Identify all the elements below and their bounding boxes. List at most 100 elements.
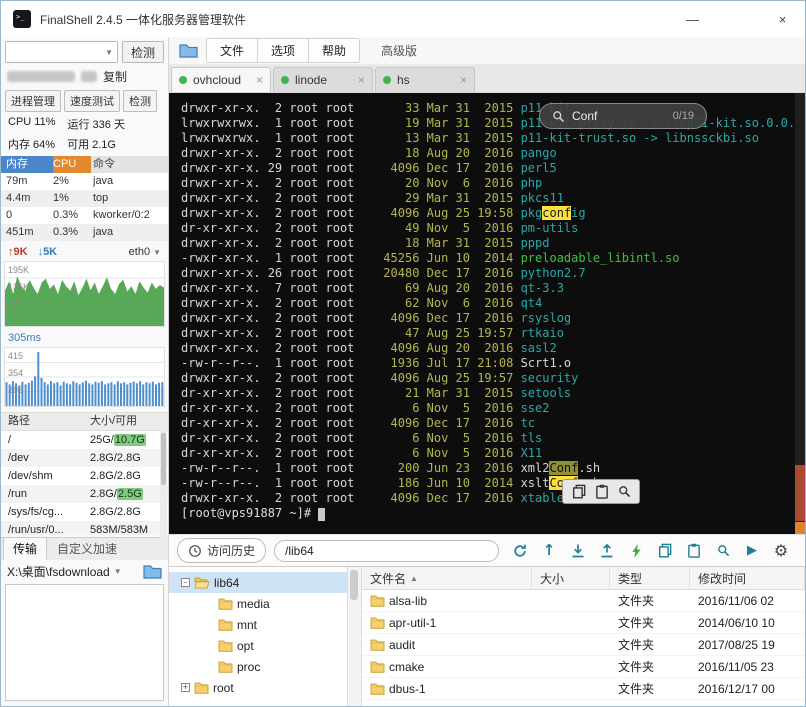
collapse-icon[interactable]: - (181, 578, 190, 587)
copy-icon[interactable] (572, 484, 587, 499)
connections-folder-icon[interactable] (179, 43, 198, 58)
process-row[interactable]: 00.3%kworker/0:2 (1, 207, 168, 224)
paste-icon[interactable] (595, 484, 609, 499)
tab-custom-accel[interactable]: 自定义加速 (47, 537, 127, 560)
edition-label[interactable]: 高级版 (381, 42, 417, 59)
tree-item-opt[interactable]: opt (169, 635, 347, 656)
process-col-1[interactable]: CPU (53, 156, 91, 173)
process-row[interactable]: 4.4m1%top (1, 190, 168, 207)
disk-path: / (1, 431, 90, 449)
maximize-button[interactable] (715, 1, 760, 37)
tree-item-label: proc (237, 660, 260, 674)
gear-icon[interactable]: ⚙ (772, 542, 790, 560)
search-selection-icon[interactable] (618, 485, 631, 498)
file-row[interactable]: cmake文件夹2016/11/05 23 (362, 656, 805, 678)
clock-icon (188, 544, 202, 558)
file-name: dbus-1 (389, 682, 426, 696)
tab-close-icon[interactable]: × (358, 73, 365, 87)
column-label: 大小 (540, 570, 564, 587)
tab-label: linode (295, 73, 352, 87)
scroll-lock-button[interactable] (795, 522, 805, 534)
session-tab-ovhcloud[interactable]: ovhcloud × (171, 67, 271, 92)
disk-col-path: 路径 (1, 413, 90, 430)
up-icon[interactable]: ↑ (540, 542, 558, 560)
process-row[interactable]: 79m2%java (1, 173, 168, 190)
sidebar-scrollbar[interactable] (160, 429, 167, 554)
speed-test-button[interactable]: 速度测试 (64, 90, 120, 112)
upload-icon[interactable] (598, 542, 616, 560)
disk-path: /sys/fs/cg... (1, 503, 90, 521)
terminal-line: dr-xr-xr-x. 2 root root 4096 Dec 17 2016… (181, 416, 791, 431)
process-col-0[interactable]: 内存 (1, 156, 53, 173)
tree-item-root[interactable]: +root (169, 677, 347, 698)
file-browser: -lib64mediamntoptproc+root 文件名▲大小类型修改时间 … (169, 566, 805, 707)
file-type: 文件夹 (610, 680, 690, 697)
close-button[interactable]: × (760, 1, 805, 37)
minimize-button[interactable]: — (670, 1, 715, 37)
terminal-scrollbar[interactable] (795, 93, 805, 534)
file-row[interactable]: audit文件夹2017/08/25 19 (362, 634, 805, 656)
interface-select[interactable]: eth0▼ (129, 246, 161, 258)
tree-item-lib64[interactable]: -lib64 (169, 572, 347, 593)
terminal-search[interactable]: Conf 0/19 (539, 103, 707, 129)
window-controls: — × (670, 1, 805, 37)
file-col-0[interactable]: 文件名▲ (362, 567, 532, 589)
disk-path: /dev/shm (1, 467, 90, 485)
session-tab-linode[interactable]: linode × (273, 67, 373, 92)
session-tab-hs[interactable]: hs× (375, 67, 475, 92)
path-input[interactable]: /lib64 (274, 540, 499, 562)
terminal-line: -rw-r--r--. 1 root root 186 Jun 10 2014 … (181, 476, 791, 491)
disk-row: /run/usr/0...583M/583M (1, 521, 168, 535)
folder-icon (370, 616, 385, 629)
tab-close-icon[interactable]: × (256, 73, 263, 87)
tab-label: ovhcloud (193, 73, 250, 87)
expand-icon[interactable]: + (181, 683, 190, 692)
tree-item-mnt[interactable]: mnt (169, 614, 347, 635)
file-row[interactable]: alsa-lib文件夹2016/11/06 02 (362, 590, 805, 612)
file-col-2[interactable]: 类型 (610, 567, 690, 589)
tab-transfer[interactable]: 传输 (3, 537, 47, 560)
file-toolbar: 访问历史 /lib64 ↑ ▶ ⚙ (169, 534, 805, 566)
terminal-line: dr-xr-xr-x. 2 root root 49 Nov 5 2016 pm… (181, 221, 791, 236)
download-path-select[interactable]: X:\桌面\fsdownload▼ (7, 563, 138, 580)
detect-button-2[interactable]: 检测 (123, 90, 157, 112)
terminal[interactable]: drwxr-xr-x. 2 root root 33 Mar 31 2015 p… (169, 93, 805, 534)
tree-scrollbar[interactable] (347, 567, 362, 707)
play-icon[interactable]: ▶ (743, 542, 761, 560)
disk-usage: 2.8G/2.8G (90, 503, 168, 521)
search-icon[interactable] (714, 542, 732, 560)
menu-item-file[interactable]: 文件 (206, 38, 258, 63)
terminal-line: drwxr-xr-x. 29 root root 4096 Dec 17 201… (181, 161, 791, 176)
menubar: 文件选项帮助 高级版 (169, 37, 805, 65)
search-query[interactable]: Conf (572, 109, 666, 123)
menu-item-options[interactable]: 选项 (257, 38, 309, 63)
graph-tick: 195K (8, 265, 29, 275)
tab-close-icon[interactable]: × (460, 73, 467, 87)
masked-server-info-2 (81, 71, 97, 82)
file-col-1[interactable]: 大小 (532, 567, 610, 589)
graph-tick: 67K (8, 299, 24, 309)
tree-item-media[interactable]: media (169, 593, 347, 614)
process-row[interactable]: 451m0.3%java (1, 224, 168, 241)
file-row[interactable]: dbus-1文件夹2016/12/17 00 (362, 678, 805, 700)
tree-item-proc[interactable]: proc (169, 656, 347, 677)
open-folder-icon[interactable] (143, 564, 162, 579)
process-manager-button[interactable]: 进程管理 (5, 90, 61, 112)
terminal-line: drwxr-xr-x. 2 root root 20 Nov 6 2016 ph… (181, 176, 791, 191)
copy-link[interactable]: 复制 (103, 68, 127, 85)
process-col-2[interactable]: 命令 (91, 156, 168, 173)
file-col-3[interactable]: 修改时间 (690, 567, 805, 589)
refresh-icon[interactable] (511, 542, 529, 560)
lightning-icon[interactable] (627, 542, 645, 560)
detect-button[interactable]: 检测 (122, 41, 164, 63)
scrollbar-thumb[interactable] (795, 465, 805, 521)
download-icon[interactable] (569, 542, 587, 560)
server-select[interactable]: ▼ (5, 41, 118, 63)
clipboard-icon[interactable] (685, 542, 703, 560)
file-row[interactable]: apr-util-1文件夹2014/06/10 10 (362, 612, 805, 634)
scrollbar-thumb[interactable] (350, 570, 358, 600)
menu-item-help[interactable]: 帮助 (308, 38, 360, 63)
copy-icon[interactable] (656, 542, 674, 560)
history-button[interactable]: 访问历史 (177, 538, 266, 563)
folder-icon (218, 660, 233, 673)
